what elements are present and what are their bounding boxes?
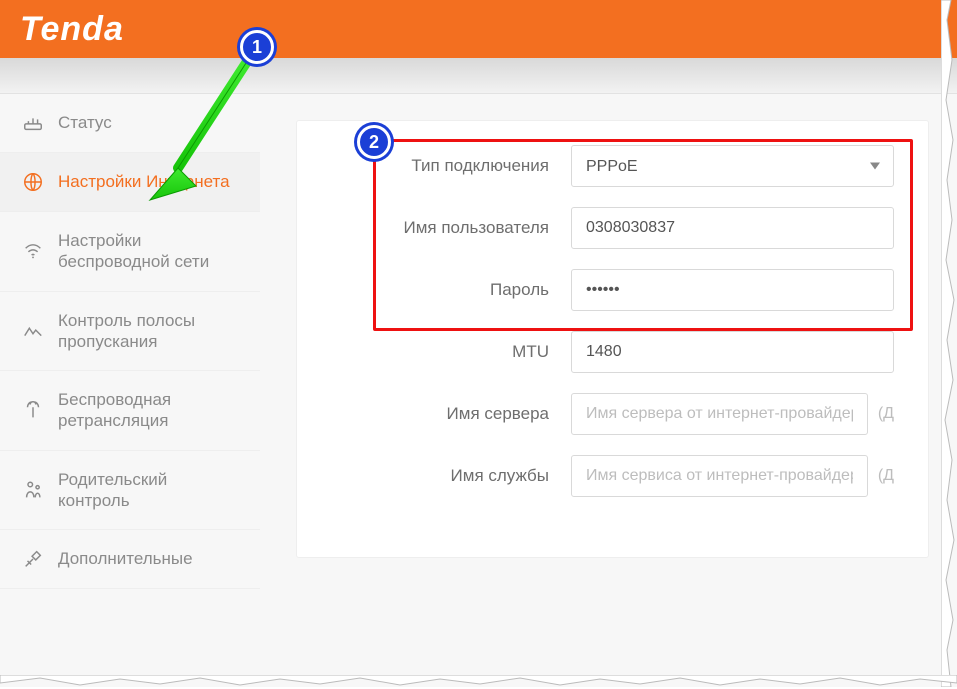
hint-server-name: (Д	[878, 405, 894, 423]
torn-edge-right	[941, 0, 957, 687]
input-username[interactable]	[571, 207, 894, 249]
row-password: Пароль	[297, 269, 928, 311]
input-password[interactable]	[571, 269, 894, 311]
sidebar-item-label: Беспроводная ретрансляция	[58, 389, 238, 432]
input-mtu[interactable]	[571, 331, 894, 373]
label-server-name: Имя сервера	[297, 404, 571, 424]
row-connection-type: Тип подключения PPPoE	[297, 145, 928, 187]
sidebar-item-wireless-repeat[interactable]: Беспроводная ретрансляция	[0, 371, 260, 451]
content-area: Тип подключения PPPoE Имя пользователя П…	[260, 94, 957, 687]
sidebar-item-status[interactable]: Статус	[0, 94, 260, 153]
select-connection-type[interactable]: PPPoE	[571, 145, 894, 187]
sidebar-item-label: Дополнительные	[58, 548, 238, 569]
router-status-icon	[22, 112, 44, 134]
sidebar: Статус Настройки Интернета Настройки бес…	[0, 94, 260, 687]
label-username: Имя пользователя	[297, 218, 571, 238]
tools-icon	[22, 548, 44, 570]
sidebar-item-label: Настройки Интернета	[58, 171, 238, 192]
settings-panel: Тип подключения PPPoE Имя пользователя П…	[296, 120, 929, 558]
wifi-icon	[22, 240, 44, 262]
sidebar-item-label: Настройки беспроводной сети	[58, 230, 238, 273]
label-mtu: MTU	[297, 342, 571, 362]
bandwidth-icon	[22, 320, 44, 342]
row-server-name: Имя сервера (Д	[297, 393, 928, 435]
sidebar-item-internet-settings[interactable]: Настройки Интернета	[0, 153, 260, 212]
globe-icon	[22, 171, 44, 193]
label-password: Пароль	[297, 280, 571, 300]
sidebar-item-bandwidth-control[interactable]: Контроль полосы пропускания	[0, 292, 260, 372]
row-service-name: Имя службы (Д	[297, 455, 928, 497]
sidebar-item-label: Родительский контроль	[58, 469, 238, 512]
brand-logo: Tenda	[20, 10, 124, 49]
label-connection-type: Тип подключения	[297, 156, 571, 176]
sidebar-item-parental-control[interactable]: Родительский контроль	[0, 451, 260, 531]
row-mtu: MTU	[297, 331, 928, 373]
callout-badge-1: 1	[240, 30, 274, 64]
main-area: Статус Настройки Интернета Настройки бес…	[0, 94, 957, 687]
callout-badge-2: 2	[357, 125, 391, 159]
input-service-name[interactable]	[571, 455, 868, 497]
sidebar-item-wireless-settings[interactable]: Настройки беспроводной сети	[0, 212, 260, 292]
sidebar-item-advanced[interactable]: Дополнительные	[0, 530, 260, 589]
parental-icon	[22, 479, 44, 501]
input-server-name[interactable]	[571, 393, 868, 435]
sidebar-item-label: Контроль полосы пропускания	[58, 310, 238, 353]
sidebar-item-label: Статус	[58, 112, 238, 133]
app-header: Tenda	[0, 0, 957, 58]
antenna-icon	[22, 399, 44, 421]
label-service-name: Имя службы	[297, 466, 571, 486]
header-subbar	[0, 58, 957, 94]
row-username: Имя пользователя	[297, 207, 928, 249]
hint-service-name: (Д	[878, 467, 894, 485]
